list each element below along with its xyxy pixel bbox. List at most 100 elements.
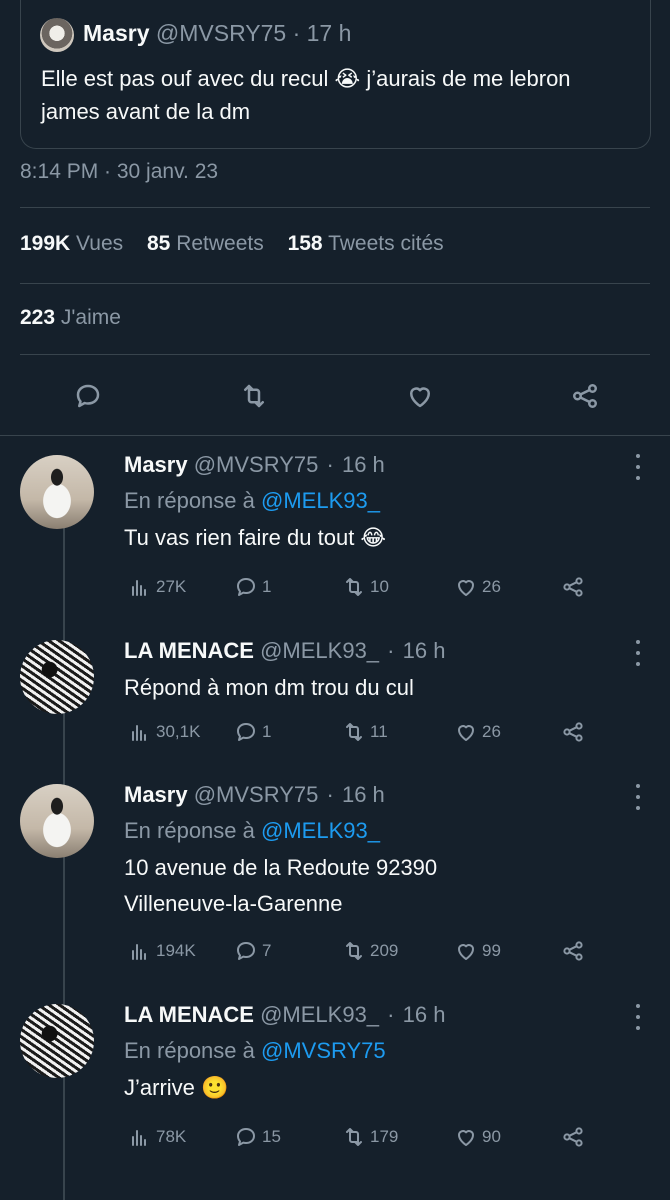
views-count: 194K xyxy=(156,941,196,960)
author-name[interactable]: LA MENACE xyxy=(124,1002,254,1027)
tweet-time[interactable]: 16 h xyxy=(342,782,385,807)
like-icon[interactable] xyxy=(404,380,436,412)
reply-prefix: En réponse à xyxy=(124,1038,255,1063)
like-icon xyxy=(458,1130,474,1146)
like-icon xyxy=(458,944,474,960)
reply-metric[interactable]: 1 xyxy=(234,572,271,602)
reply-metric[interactable]: 1 xyxy=(234,717,271,747)
tweet-action-bar xyxy=(0,366,670,426)
reply-header: Masry @MVSRY75 · 16 h xyxy=(124,780,650,810)
tweet-time[interactable]: 17 h xyxy=(307,20,352,46)
reply-metric[interactable]: 15 xyxy=(234,1122,281,1152)
likes-count: 223 xyxy=(20,306,56,329)
reply-context: En réponse à @MELK93_ xyxy=(124,484,650,518)
likes-label: J'aime xyxy=(60,306,121,329)
share-icon[interactable] xyxy=(561,1122,585,1152)
reply-context: En réponse à @MVSRY75 xyxy=(124,1034,650,1068)
retweet-icon xyxy=(346,1128,362,1146)
tweet-time[interactable]: 16 h xyxy=(403,1002,446,1027)
author-name[interactable]: Masry xyxy=(124,782,188,807)
author-handle[interactable]: @MELK93_ xyxy=(260,638,379,663)
tweet-time[interactable]: 16 h xyxy=(403,638,446,663)
divider xyxy=(20,283,650,284)
dot-separator: · xyxy=(387,638,395,663)
reply-content: Masry @MVSRY75 · 16 h En réponse à @MELK… xyxy=(124,450,650,556)
more-options-icon[interactable] xyxy=(628,1004,648,1030)
retweet-icon xyxy=(346,723,362,741)
share-icon[interactable] xyxy=(561,936,585,966)
share-icon[interactable] xyxy=(569,380,601,412)
author-handle[interactable]: @MVSRY75 xyxy=(194,782,319,807)
retweet-metric[interactable]: 179 xyxy=(342,1122,398,1152)
reply-text: Répond à mon dm trou du cul xyxy=(124,675,414,700)
retweet-icon[interactable] xyxy=(238,380,270,412)
reply-text: 10 avenue de la Redoute 92390 Villeneuve… xyxy=(124,855,438,916)
likes-count: 99 xyxy=(482,941,501,960)
avatar[interactable] xyxy=(20,1004,94,1078)
views-metric[interactable]: 194K xyxy=(128,936,196,966)
reply-metrics: 194K 7 209 99 xyxy=(124,936,670,966)
reply-metrics: 30,1K 1 11 26 xyxy=(124,717,670,747)
dot-separator: · xyxy=(326,782,334,807)
likes-stat[interactable]: 223 J'aime xyxy=(20,306,121,330)
retweets-count: 85 xyxy=(146,232,171,255)
retweets-count: 10 xyxy=(370,577,389,596)
author-name[interactable]: Masry xyxy=(83,20,149,46)
dot-separator: · xyxy=(326,452,334,477)
retweets-count: 11 xyxy=(370,722,388,741)
reply-text: Tu vas rien faire du tout 😂 xyxy=(124,525,387,550)
like-metric[interactable]: 99 xyxy=(454,936,501,966)
tweet-timestamp[interactable]: 8:14 PM · 30 janv. 23 xyxy=(20,160,218,184)
reply-content: LA MENACE @MELK93_ · 16 h En réponse à @… xyxy=(124,1000,650,1106)
reply-prefix: En réponse à xyxy=(124,488,255,513)
views-metric[interactable]: 27K xyxy=(128,572,186,602)
reply-metric[interactable]: 7 xyxy=(234,936,271,966)
reply-icon xyxy=(237,723,255,741)
mention-link[interactable]: @MELK93_ xyxy=(261,488,380,513)
share-icon[interactable] xyxy=(561,717,585,747)
more-options-icon[interactable] xyxy=(628,640,648,666)
share-icon[interactable] xyxy=(561,572,585,602)
avatar[interactable] xyxy=(20,640,94,714)
retweet-metric[interactable]: 209 xyxy=(342,936,398,966)
retweet-metric[interactable]: 11 xyxy=(342,717,388,747)
reply-icon[interactable] xyxy=(72,380,104,412)
mention-link[interactable]: @MVSRY75 xyxy=(261,1038,386,1063)
quotes-stat[interactable]: 158 Tweets cités xyxy=(288,232,444,255)
section-divider xyxy=(0,435,670,436)
author-handle[interactable]: @MVSRY75 xyxy=(156,20,286,46)
avatar[interactable] xyxy=(40,18,74,52)
like-metric[interactable]: 26 xyxy=(454,717,501,747)
views-icon xyxy=(132,1130,146,1146)
views-metric[interactable]: 78K xyxy=(128,1122,186,1152)
replies-count: 1 xyxy=(262,722,272,741)
author-handle[interactable]: @MELK93_ xyxy=(260,1002,379,1027)
more-options-icon[interactable] xyxy=(628,784,648,810)
quoted-tweet[interactable]: Masry @MVSRY75 · 17 h Elle est pas ouf a… xyxy=(20,0,651,149)
likes-count: 26 xyxy=(482,577,501,596)
views-icon xyxy=(132,580,146,596)
retweets-count: 179 xyxy=(370,1127,399,1146)
quotes-count: 158 xyxy=(287,232,323,255)
retweet-icon xyxy=(346,942,362,960)
like-icon xyxy=(458,725,474,741)
quoted-text: Elle est pas ouf avec du recul 😭 j’aurai… xyxy=(41,66,571,124)
tweet-time[interactable]: 16 h xyxy=(342,452,385,477)
retweets-stat[interactable]: 85 Retweets xyxy=(147,232,264,255)
retweet-metric[interactable]: 10 xyxy=(342,572,389,602)
avatar[interactable] xyxy=(20,784,94,858)
replies-count: 15 xyxy=(262,1127,281,1146)
views-icon xyxy=(132,944,146,960)
views-stat[interactable]: 199K Vues xyxy=(20,232,123,255)
avatar[interactable] xyxy=(20,455,94,529)
author-handle[interactable]: @MVSRY75 xyxy=(194,452,319,477)
author-name[interactable]: Masry xyxy=(124,452,188,477)
author-name[interactable]: LA MENACE xyxy=(124,638,254,663)
like-metric[interactable]: 26 xyxy=(454,572,501,602)
mention-link[interactable]: @MELK93_ xyxy=(261,818,380,843)
more-options-icon[interactable] xyxy=(628,454,648,480)
like-metric[interactable]: 90 xyxy=(454,1122,501,1152)
views-metric[interactable]: 30,1K xyxy=(128,717,200,747)
reply-metrics: 78K 15 179 90 xyxy=(124,1122,670,1152)
retweet-icon xyxy=(346,578,362,596)
